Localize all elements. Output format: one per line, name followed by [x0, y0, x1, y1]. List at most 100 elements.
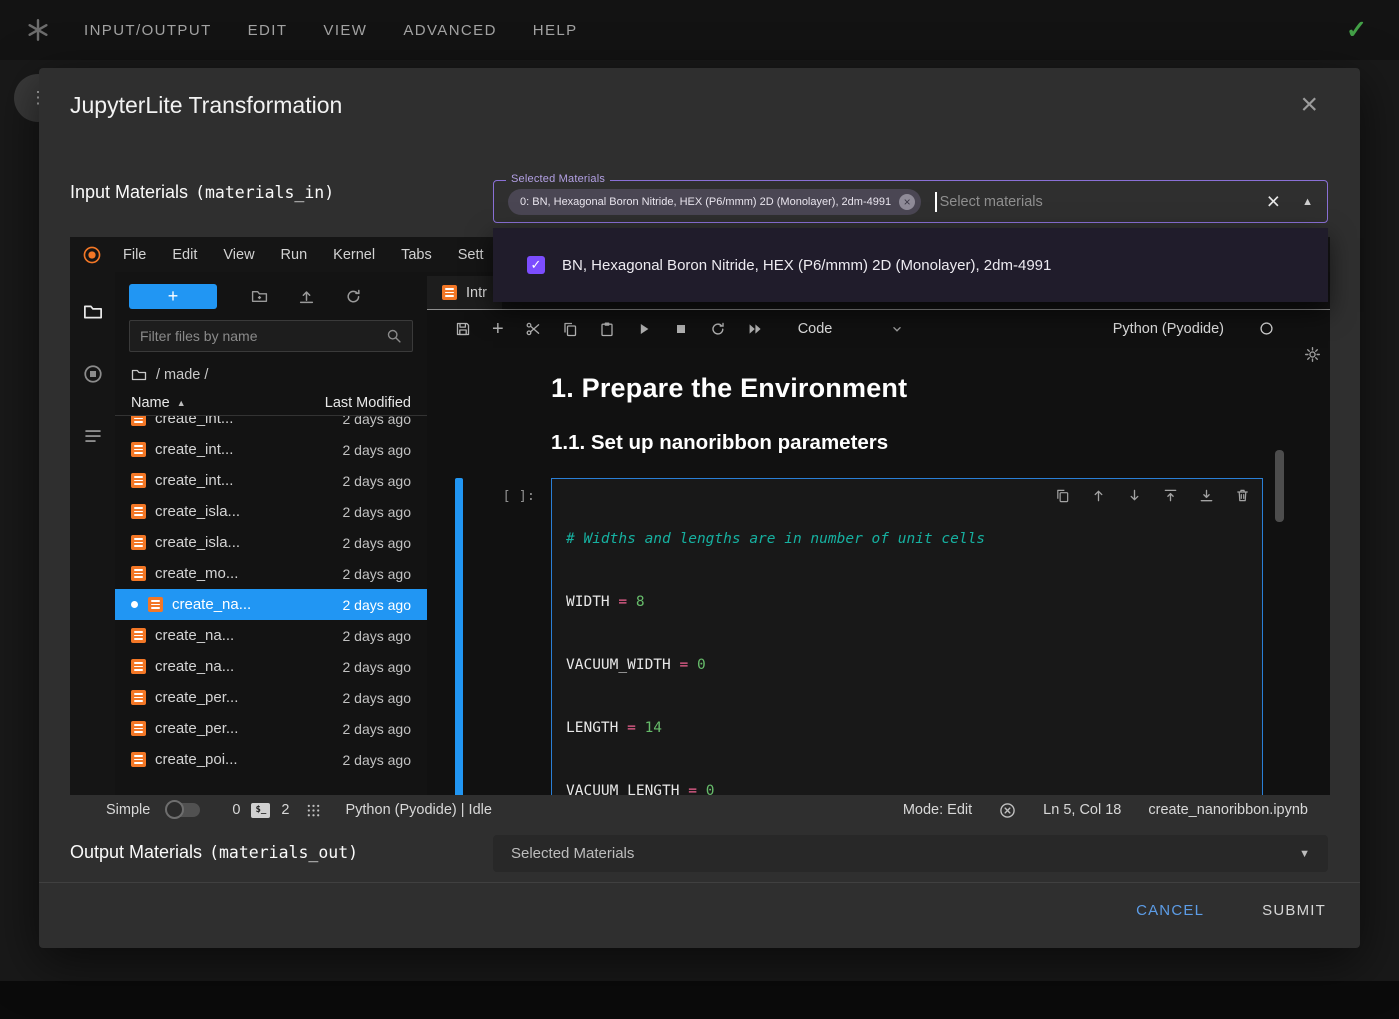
kernel-status-icon[interactable]: [1259, 321, 1274, 336]
add-cell-icon[interactable]: +: [492, 319, 504, 339]
terminal-icon[interactable]: $_: [251, 803, 270, 818]
check-icon[interactable]: ✓: [1346, 15, 1367, 45]
menu-item-view[interactable]: VIEW: [323, 22, 367, 39]
materials-dropdown: ✓ BN, Hexagonal Boron Nitride, HEX (P6/m…: [493, 228, 1328, 302]
menu-item-advanced[interactable]: ADVANCED: [403, 22, 496, 39]
table-of-contents-icon[interactable]: [83, 426, 103, 446]
checkbox-checked-icon[interactable]: ✓: [527, 256, 545, 274]
clear-icon[interactable]: ×: [1267, 190, 1280, 213]
running-sessions-icon[interactable]: [83, 364, 103, 384]
tab-notebook[interactable]: Intr: [427, 276, 502, 309]
selected-materials-field[interactable]: Selected Materials 0: BN, Hexagonal Boro…: [493, 180, 1328, 223]
chip-remove-icon[interactable]: ×: [899, 194, 915, 210]
material-chip[interactable]: 0: BN, Hexagonal Boron Nitride, HEX (P6/…: [508, 189, 921, 215]
save-icon[interactable]: [455, 321, 471, 337]
file-name: create_isla...: [155, 534, 334, 551]
duplicate-cell-icon[interactable]: [1055, 488, 1070, 503]
run-icon[interactable]: [636, 321, 652, 337]
cell-type-select[interactable]: Code: [798, 321, 905, 337]
file-row[interactable]: create_poi...2 days ago: [115, 744, 427, 775]
markdown-cell[interactable]: 1.1. Set up nanoribbon parameters: [427, 431, 1330, 455]
move-cell-up-icon[interactable]: [1091, 488, 1106, 503]
filter-text-input[interactable]: [140, 328, 378, 344]
cell-collapser[interactable]: [455, 478, 463, 795]
refresh-icon[interactable]: [345, 288, 362, 305]
code-editor[interactable]: # Widths and lengths are in number of un…: [551, 478, 1263, 795]
file-browser-icon[interactable]: [83, 302, 103, 322]
jupyter-menu-view[interactable]: View: [210, 247, 267, 263]
new-folder-icon[interactable]: [251, 288, 268, 305]
file-row[interactable]: create_na...2 days ago: [115, 589, 427, 620]
notebook-file-icon: [442, 285, 457, 300]
file-modified: 2 days ago: [343, 504, 412, 520]
collapse-arrow-icon[interactable]: ▲: [1302, 196, 1313, 208]
insert-cell-below-icon[interactable]: [1199, 488, 1214, 503]
notebook-file-icon: [131, 535, 146, 550]
jupyter-menu-file[interactable]: File: [110, 247, 159, 263]
kernel-status-text[interactable]: Python (Pyodide) | Idle: [345, 802, 491, 818]
move-cell-down-icon[interactable]: [1127, 488, 1142, 503]
close-icon[interactable]: ×: [1300, 90, 1318, 120]
dialog-actions: CANCEL SUBMIT: [1136, 902, 1326, 919]
notebook-file-icon: [131, 442, 146, 457]
kernel-name[interactable]: Python (Pyodide): [1113, 321, 1224, 337]
markdown-cell[interactable]: 1. Prepare the Environment: [427, 373, 1330, 404]
notebook-file-icon: [131, 721, 146, 736]
output-materials-select[interactable]: Selected Materials ▼: [493, 835, 1328, 872]
modified-column-header[interactable]: Last Modified: [325, 395, 411, 411]
file-row[interactable]: create_mo...2 days ago: [115, 558, 427, 589]
filter-files-input[interactable]: [129, 320, 413, 352]
jupyter-menu-tabs[interactable]: Tabs: [388, 247, 445, 263]
insert-cell-above-icon[interactable]: [1163, 488, 1178, 503]
copy-icon[interactable]: [562, 321, 578, 337]
code-cell[interactable]: [ ]:: [427, 478, 1330, 795]
file-row[interactable]: create_int...2 days ago: [115, 416, 427, 434]
file-modified: 2 days ago: [343, 628, 412, 644]
menu-item-input-output[interactable]: INPUT/OUTPUT: [84, 22, 212, 39]
file-name: create_isla...: [155, 503, 334, 520]
file-row[interactable]: create_per...2 days ago: [115, 713, 427, 744]
jupyter-menu-edit[interactable]: Edit: [159, 247, 210, 263]
paste-icon[interactable]: [599, 321, 615, 337]
file-row[interactable]: create_per...2 days ago: [115, 682, 427, 713]
file-modified: 2 days ago: [343, 473, 412, 489]
upload-icon[interactable]: [298, 288, 315, 305]
notebook-scrollbar[interactable]: [1275, 450, 1284, 522]
cursor-position[interactable]: Ln 5, Col 18: [1043, 802, 1121, 818]
field-placeholder: Select materials: [940, 194, 1043, 210]
file-row[interactable]: create_isla...2 days ago: [115, 527, 427, 558]
submit-button[interactable]: SUBMIT: [1262, 902, 1326, 919]
material-option-label[interactable]: BN, Hexagonal Boron Nitride, HEX (P6/mmm…: [562, 257, 1051, 274]
file-modified: 2 days ago: [343, 442, 412, 458]
jupyter-menu-run[interactable]: Run: [268, 247, 321, 263]
new-launcher-button[interactable]: +: [129, 284, 217, 309]
breadcrumb[interactable]: / made /: [115, 360, 427, 390]
file-row[interactable]: create_isla... 2 days ago: [115, 496, 427, 527]
screen: INPUT/OUTPUT EDIT VIEW ADVANCED HELP ✓ ⋮…: [0, 0, 1399, 1019]
stop-icon[interactable]: [673, 321, 689, 337]
jupyter-menu-kernel[interactable]: Kernel: [320, 247, 388, 263]
app-logo-icon[interactable]: [26, 18, 50, 42]
kernels-grid-icon[interactable]: [306, 803, 321, 818]
jupyter-menu-settings[interactable]: Sett: [445, 247, 497, 263]
run-all-icon[interactable]: [747, 321, 763, 337]
delete-cell-icon[interactable]: [1235, 488, 1250, 503]
file-name: create_na...: [172, 596, 334, 613]
name-column-header[interactable]: Name ▲: [131, 395, 186, 411]
file-row[interactable]: create_int...2 days ago: [115, 465, 427, 496]
simple-mode-toggle[interactable]: [166, 803, 200, 817]
menu-item-help[interactable]: HELP: [533, 22, 578, 39]
file-modified: 2 days ago: [343, 752, 412, 768]
gear-icon[interactable]: [1304, 346, 1321, 363]
output-select-label: Selected Materials: [511, 845, 634, 862]
notebook-file-icon: [148, 597, 163, 612]
accessibility-icon[interactable]: [999, 802, 1016, 819]
active-file-dot: [131, 601, 138, 608]
file-row[interactable]: create_na...2 days ago: [115, 651, 427, 682]
menu-item-edit[interactable]: EDIT: [248, 22, 288, 39]
cut-icon[interactable]: [525, 321, 541, 337]
file-row[interactable]: create_int...2 days ago: [115, 434, 427, 465]
file-row[interactable]: create_na...2 days ago: [115, 620, 427, 651]
cancel-button[interactable]: CANCEL: [1136, 902, 1204, 919]
restart-kernel-icon[interactable]: [710, 321, 726, 337]
